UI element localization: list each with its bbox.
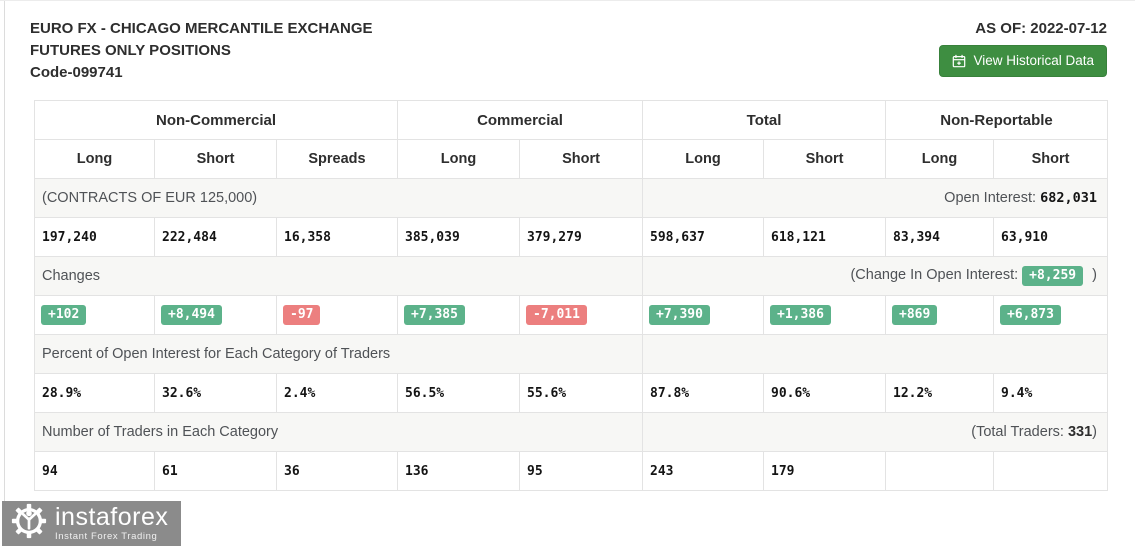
percent-label: Percent of Open Interest for Each Catego… [35,335,643,374]
col-nc-long: Long [35,140,155,179]
traders-label: Number of Traders in Each Category [35,413,643,452]
total-traders-suffix: ) [1092,424,1097,440]
pct-nr-short: 9.4% [994,374,1108,413]
chg-nc-spreads: -97 [277,296,398,335]
total-traders-prefix: (Total Traders: [971,424,1064,440]
trd-comm-short: 95 [520,452,643,491]
pos-comm-short: 379,279 [520,218,643,257]
change-badge: +102 [41,305,86,325]
pct-total-short: 90.6% [764,374,886,413]
percent-label-row: Percent of Open Interest for Each Catego… [35,335,1108,374]
view-historical-data-label: View Historical Data [973,53,1094,68]
pos-total-short: 618,121 [764,218,886,257]
change-badge: +7,390 [649,305,710,325]
traders-label-row: Number of Traders in Each Category (Tota… [35,413,1108,452]
chg-nc-short: +8,494 [155,296,277,335]
col-nc-spreads: Spreads [277,140,398,179]
view-historical-data-button[interactable]: View Historical Data [939,45,1107,77]
contracts-label: (CONTRACTS OF EUR 125,000) [35,179,643,218]
col-total-long: Long [643,140,764,179]
contracts-label-row: (CONTRACTS OF EUR 125,000) Open Interest… [35,179,1108,218]
chg-total-short: +1,386 [764,296,886,335]
group-header-row: Non-Commercial Commercial Total Non-Repo… [35,101,1108,140]
chg-total-long: +7,390 [643,296,764,335]
open-interest-label: Open Interest: [944,190,1036,206]
trd-total-short: 179 [764,452,886,491]
pct-nr-long: 12.2% [886,374,994,413]
chg-nr-short: +6,873 [994,296,1108,335]
change-oi-cell: (Change In Open Interest: +8,259 ) [643,257,1108,296]
traders-row: 94 61 36 136 95 243 179 [35,452,1108,491]
percent-row: 28.9% 32.6% 2.4% 56.5% 55.6% 87.8% 90.6%… [35,374,1108,413]
logo-tagline: Instant Forex Trading [55,532,168,542]
open-interest-cell: Open Interest: 682,031 [643,179,1108,218]
col-nc-short: Short [155,140,277,179]
col-comm-long: Long [398,140,520,179]
pos-nr-short: 63,910 [994,218,1108,257]
positions-row: 197,240 222,484 16,358 385,039 379,279 5… [35,218,1108,257]
pos-nc-short: 222,484 [155,218,277,257]
chg-nr-long: +869 [886,296,994,335]
trd-nc-spreads: 36 [277,452,398,491]
pos-nc-long: 197,240 [35,218,155,257]
change-badge: +8,494 [161,305,222,325]
change-badge: -97 [283,305,320,325]
col-comm-short: Short [520,140,643,179]
changes-label-row: Changes (Change In Open Interest: +8,259… [35,257,1108,296]
chg-nc-long: +102 [35,296,155,335]
pct-comm-long: 56.5% [398,374,520,413]
change-oi-suffix: ) [1092,267,1097,283]
pct-total-long: 87.8% [643,374,764,413]
instaforex-logo: instaforex Instant Forex Trading [2,501,181,546]
change-badge: +1,386 [770,305,831,325]
trd-nr-short [994,452,1108,491]
calendar-icon [952,54,966,68]
column-header-row: Long Short Spreads Long Short Long Short… [35,140,1108,179]
trd-nr-long [886,452,994,491]
pos-comm-long: 385,039 [398,218,520,257]
total-traders-cell: (Total Traders: 331) [643,413,1108,452]
report-header: EURO FX - CHICAGO MERCANTILE EXCHANGE FU… [0,0,1135,84]
change-badge: +869 [892,305,937,325]
percent-label-spacer [643,335,1108,374]
pct-comm-short: 55.6% [520,374,643,413]
pos-total-long: 598,637 [643,218,764,257]
pct-nc-short: 32.6% [155,374,277,413]
trd-nc-long: 94 [35,452,155,491]
as-of-date: AS OF: 2022-07-12 [939,20,1107,37]
col-nr-long: Long [886,140,994,179]
chg-comm-short: -7,011 [520,296,643,335]
change-oi-badge: +8,259 [1022,266,1083,286]
col-total-short: Short [764,140,886,179]
group-total: Total [643,101,886,140]
gear-person-icon [11,503,47,544]
group-non-commercial: Non-Commercial [35,101,398,140]
change-badge: -7,011 [526,305,587,325]
trd-total-long: 243 [643,452,764,491]
group-non-reportable: Non-Reportable [886,101,1108,140]
pos-nr-long: 83,394 [886,218,994,257]
change-badge: +6,873 [1000,305,1061,325]
open-interest-value: 682,031 [1040,190,1097,206]
trd-comm-long: 136 [398,452,520,491]
pos-nc-spreads: 16,358 [277,218,398,257]
changes-label: Changes [35,257,643,296]
pct-nc-spreads: 2.4% [277,374,398,413]
group-commercial: Commercial [398,101,643,140]
pct-nc-long: 28.9% [35,374,155,413]
change-oi-prefix: (Change In Open Interest: [850,267,1018,283]
trd-nc-short: 61 [155,452,277,491]
total-traders-value: 331 [1068,424,1092,440]
col-nr-short: Short [994,140,1108,179]
logo-wordmark: instaforex [55,505,168,530]
cot-table: Non-Commercial Commercial Total Non-Repo… [34,100,1108,491]
changes-row: +102 +8,494 -97 +7,385 -7,011 +7,390 +1,… [35,296,1108,335]
change-badge: +7,385 [404,305,465,325]
chg-comm-long: +7,385 [398,296,520,335]
